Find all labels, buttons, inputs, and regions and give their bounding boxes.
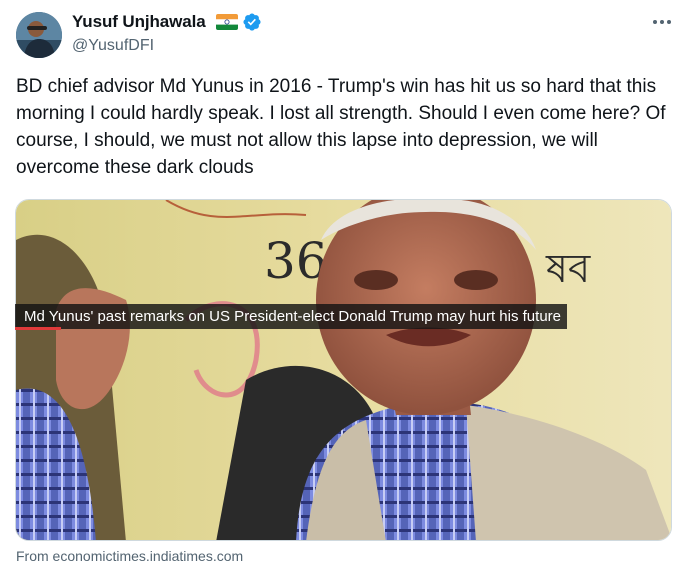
caption-accent-bar xyxy=(15,327,61,330)
tweet: Yusuf Unjhawala @YusufDFI BD chief advis… xyxy=(0,0,680,568)
media-image[interactable]: 36 ষব xyxy=(15,199,672,541)
author-handle[interactable]: @YusufDFI xyxy=(72,37,154,55)
card-source-link[interactable]: From economictimes.indiatimes.com xyxy=(16,548,243,564)
india-flag-icon xyxy=(216,14,238,30)
avatar[interactable] xyxy=(16,12,62,58)
more-options-icon[interactable] xyxy=(648,12,676,32)
board-text-right: ষব xyxy=(545,246,591,292)
verified-badge-icon xyxy=(242,12,262,32)
media-caption: Md Yunus' past remarks on US President-e… xyxy=(15,304,567,329)
photo-illustration: 36 ষব xyxy=(16,200,671,540)
tweet-text: BD chief advisor Md Yunus in 2016 - Trum… xyxy=(16,76,666,178)
display-name[interactable]: Yusuf Unjhawala xyxy=(72,12,206,32)
